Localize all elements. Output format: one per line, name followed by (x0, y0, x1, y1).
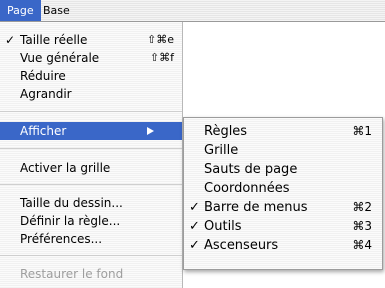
menu-separator (0, 184, 182, 185)
menu-item-shortcut: ⇧⌘e (147, 33, 174, 46)
menu-item-taille-reelle[interactable]: ✓ Taille réelle ⇧⌘e (0, 31, 182, 49)
menu-item-label: Taille du dessin... (20, 196, 123, 210)
menu-item-label: Définir la règle... (20, 214, 121, 228)
menu-item-label: Taille réelle (20, 33, 88, 47)
menu-item-shortcut: ⌘1 (352, 124, 372, 138)
menu-item-label: Barre de menus (204, 200, 308, 215)
menu-item-shortcut: ⌘3 (352, 219, 372, 233)
menu-item-shortcut: ⌘2 (352, 200, 372, 214)
menu-item-reduire[interactable]: Réduire (0, 67, 182, 85)
menu-item-activer-grille[interactable]: Activer la grille (0, 159, 182, 177)
menu-item-label: Afficher (20, 124, 67, 138)
checkmark-icon: ✓ (189, 238, 200, 253)
menu-item-label: Grille (204, 143, 239, 158)
menu-item-label: Coordonnées (204, 181, 290, 196)
afficher-submenu: Règles ⌘1 Grille Sauts de page Coordonné… (183, 117, 383, 270)
menu-item-label: Activer la grille (20, 161, 111, 175)
page-menu: ✓ Taille réelle ⇧⌘e Vue générale ⇧⌘f Réd… (0, 22, 183, 288)
menu-item-agrandir[interactable]: Agrandir (0, 85, 182, 103)
menu-item-label: Sauts de page (204, 162, 298, 177)
menu-item-label: Ascenseurs (204, 238, 279, 253)
menu-title-base[interactable]: Base (36, 0, 77, 21)
menu-item-label: Règles (204, 124, 248, 139)
submenu-item-ascenseurs[interactable]: ✓ Ascenseurs ⌘4 (184, 236, 382, 255)
submenu-item-regles[interactable]: Règles ⌘1 (184, 122, 382, 141)
menu-item-preferences[interactable]: Préférences... (0, 230, 182, 248)
menu-item-afficher[interactable]: Afficher (0, 122, 182, 140)
checkmark-icon: ✓ (189, 219, 200, 234)
menu-item-shortcut: ⌘4 (352, 238, 372, 252)
menu-separator (0, 255, 182, 256)
menu-item-vue-generale[interactable]: Vue générale ⇧⌘f (0, 49, 182, 67)
menu-item-label: Outils (204, 219, 242, 234)
menu-separator (0, 111, 182, 112)
menu-item-definir-regle[interactable]: Définir la règle... (0, 212, 182, 230)
menu-item-label: Restaurer le fond (20, 267, 124, 281)
menu-item-restaurer-fond: Restaurer le fond (0, 265, 182, 283)
menu-bar: Page Base (0, 0, 385, 22)
checkmark-icon: ✓ (189, 200, 200, 215)
menu-item-label: Réduire (20, 69, 66, 83)
menu-item-label: Agrandir (20, 87, 72, 101)
menu-title-page[interactable]: Page (0, 0, 41, 21)
menu-item-label: Préférences... (20, 232, 103, 246)
menu-item-taille-dessin[interactable]: Taille du dessin... (0, 194, 182, 212)
menu-item-label: Vue générale (20, 51, 100, 65)
checkmark-icon: ✓ (5, 33, 16, 47)
submenu-item-outils[interactable]: ✓ Outils ⌘3 (184, 217, 382, 236)
submenu-item-barre-de-menus[interactable]: ✓ Barre de menus ⌘2 (184, 198, 382, 217)
menu-item-shortcut: ⇧⌘f (149, 51, 174, 64)
submenu-arrow-icon (147, 127, 154, 135)
submenu-item-grille[interactable]: Grille (184, 141, 382, 160)
submenu-item-sauts-de-page[interactable]: Sauts de page (184, 160, 382, 179)
menu-separator (0, 148, 182, 149)
submenu-item-coordonnees[interactable]: Coordonnées (184, 179, 382, 198)
